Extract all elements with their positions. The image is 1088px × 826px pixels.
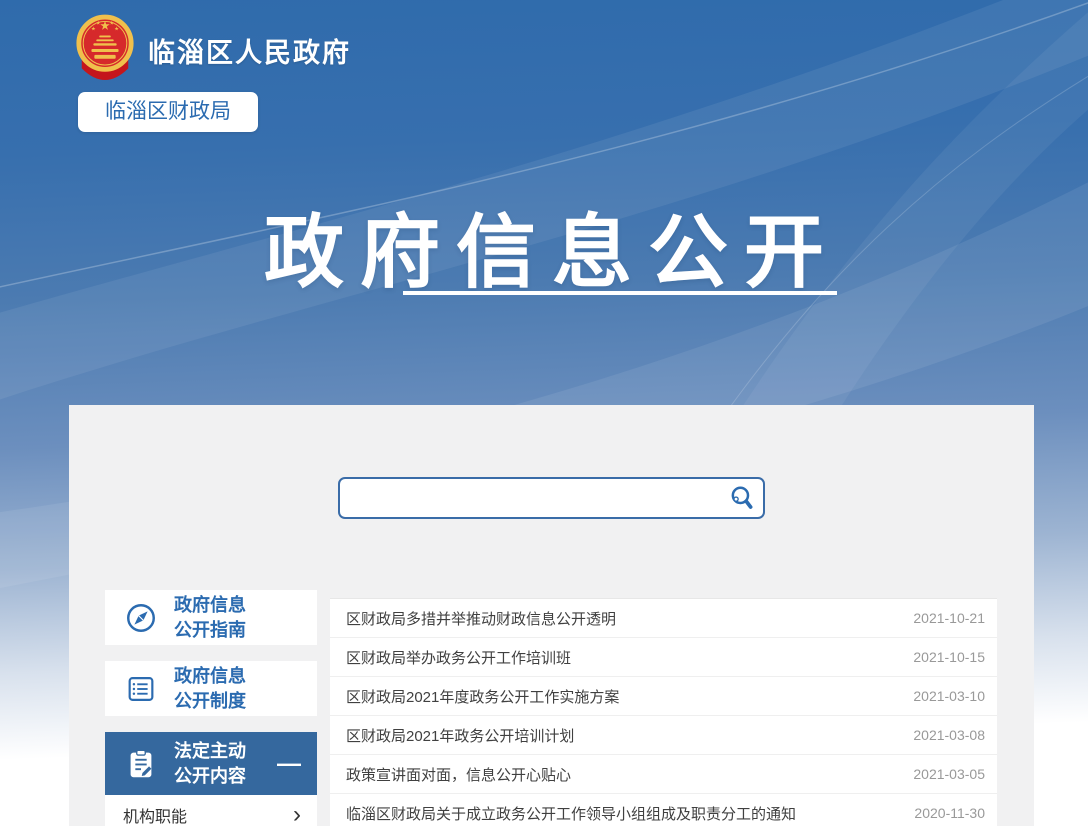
search-button[interactable]	[725, 482, 759, 514]
search-bar	[338, 477, 765, 519]
sidebar-item-label: 政府信息 公开指南	[174, 594, 246, 640]
news-date: 2021-10-21	[913, 610, 985, 626]
page: 临淄区人民政府 临淄区财政局 政府信息公开 政府信息 公开指南 政府信息 公开制…	[0, 0, 1088, 826]
news-title[interactable]: 区财政局举办政务公开工作培训班	[346, 647, 571, 668]
news-row[interactable]: 区财政局多措并举推动财政信息公开透明 2021-10-21	[330, 599, 997, 638]
banner-title-underline	[403, 291, 837, 295]
news-date: 2021-03-05	[913, 766, 985, 782]
rules-book-icon	[123, 671, 159, 707]
sidebar-item-gov-info-rules[interactable]: 政府信息 公开制度	[105, 661, 317, 716]
content-panel: 政府信息 公开指南 政府信息 公开制度 法定主动 公开内容 — 机构职能 › 区…	[69, 405, 1034, 826]
sidebar-item-label: 法定主动 公开内容	[174, 740, 246, 786]
sidebar-item-statutory-disclosure[interactable]: 法定主动 公开内容 —	[105, 732, 317, 795]
news-title[interactable]: 区财政局多措并举推动财政信息公开透明	[346, 608, 616, 629]
clipboard-pen-icon	[123, 746, 159, 782]
site-brand[interactable]: 临淄区人民政府	[74, 14, 351, 86]
sidebar-item-label: 政府信息 公开制度	[174, 665, 246, 711]
news-date: 2021-10-15	[913, 649, 985, 665]
news-date: 2020-11-30	[914, 805, 985, 821]
search-icon	[731, 486, 752, 509]
submenu-label: 机构职能	[123, 809, 188, 826]
news-list-card: 区财政局多措并举推动财政信息公开透明 2021-10-21 区财政局举办政务公开…	[330, 598, 997, 826]
news-title[interactable]: 临淄区财政局关于成立政务公开工作领导小组组成及职责分工的通知	[346, 803, 796, 824]
bureau-badge[interactable]: 临淄区财政局	[78, 92, 258, 132]
collapse-minus-icon[interactable]: —	[277, 751, 301, 776]
news-row[interactable]: 区财政局举办政务公开工作培训班 2021-10-15	[330, 638, 997, 677]
site-name: 临淄区人民政府	[148, 37, 351, 68]
news-date: 2021-03-08	[913, 727, 985, 743]
sidebar-item-gov-info-guide[interactable]: 政府信息 公开指南	[105, 590, 317, 645]
sidebar-subitem-org-functions[interactable]: 机构职能 ›	[105, 795, 317, 826]
news-row[interactable]: 区财政局2021年政务公开培训计划 2021-03-08	[330, 716, 997, 755]
national-emblem-icon	[76, 14, 134, 81]
news-row[interactable]: 区财政局2021年度政务公开工作实施方案 2021-03-10	[330, 677, 997, 716]
news-row[interactable]: 临淄区财政局关于成立政务公开工作领导小组组成及职责分工的通知 2020-11-3…	[330, 794, 997, 826]
search-input[interactable]	[338, 477, 765, 519]
news-list: 区财政局多措并举推动财政信息公开透明 2021-10-21 区财政局举办政务公开…	[330, 598, 997, 826]
chevron-right-icon: ›	[293, 801, 301, 826]
news-title[interactable]: 区财政局2021年度政务公开工作实施方案	[346, 686, 619, 707]
news-date: 2021-03-10	[913, 688, 985, 704]
news-title[interactable]: 政策宣讲面对面，信息公开心贴心	[346, 764, 571, 785]
banner-title: 政府信息公开	[264, 208, 840, 297]
sidebar-nav: 政府信息 公开指南 政府信息 公开制度 法定主动 公开内容 — 机构职能 ›	[105, 590, 317, 826]
news-title[interactable]: 区财政局2021年政务公开培训计划	[346, 725, 574, 746]
news-row[interactable]: 政策宣讲面对面，信息公开心贴心 2021-03-05	[330, 755, 997, 794]
compass-icon	[123, 600, 159, 636]
